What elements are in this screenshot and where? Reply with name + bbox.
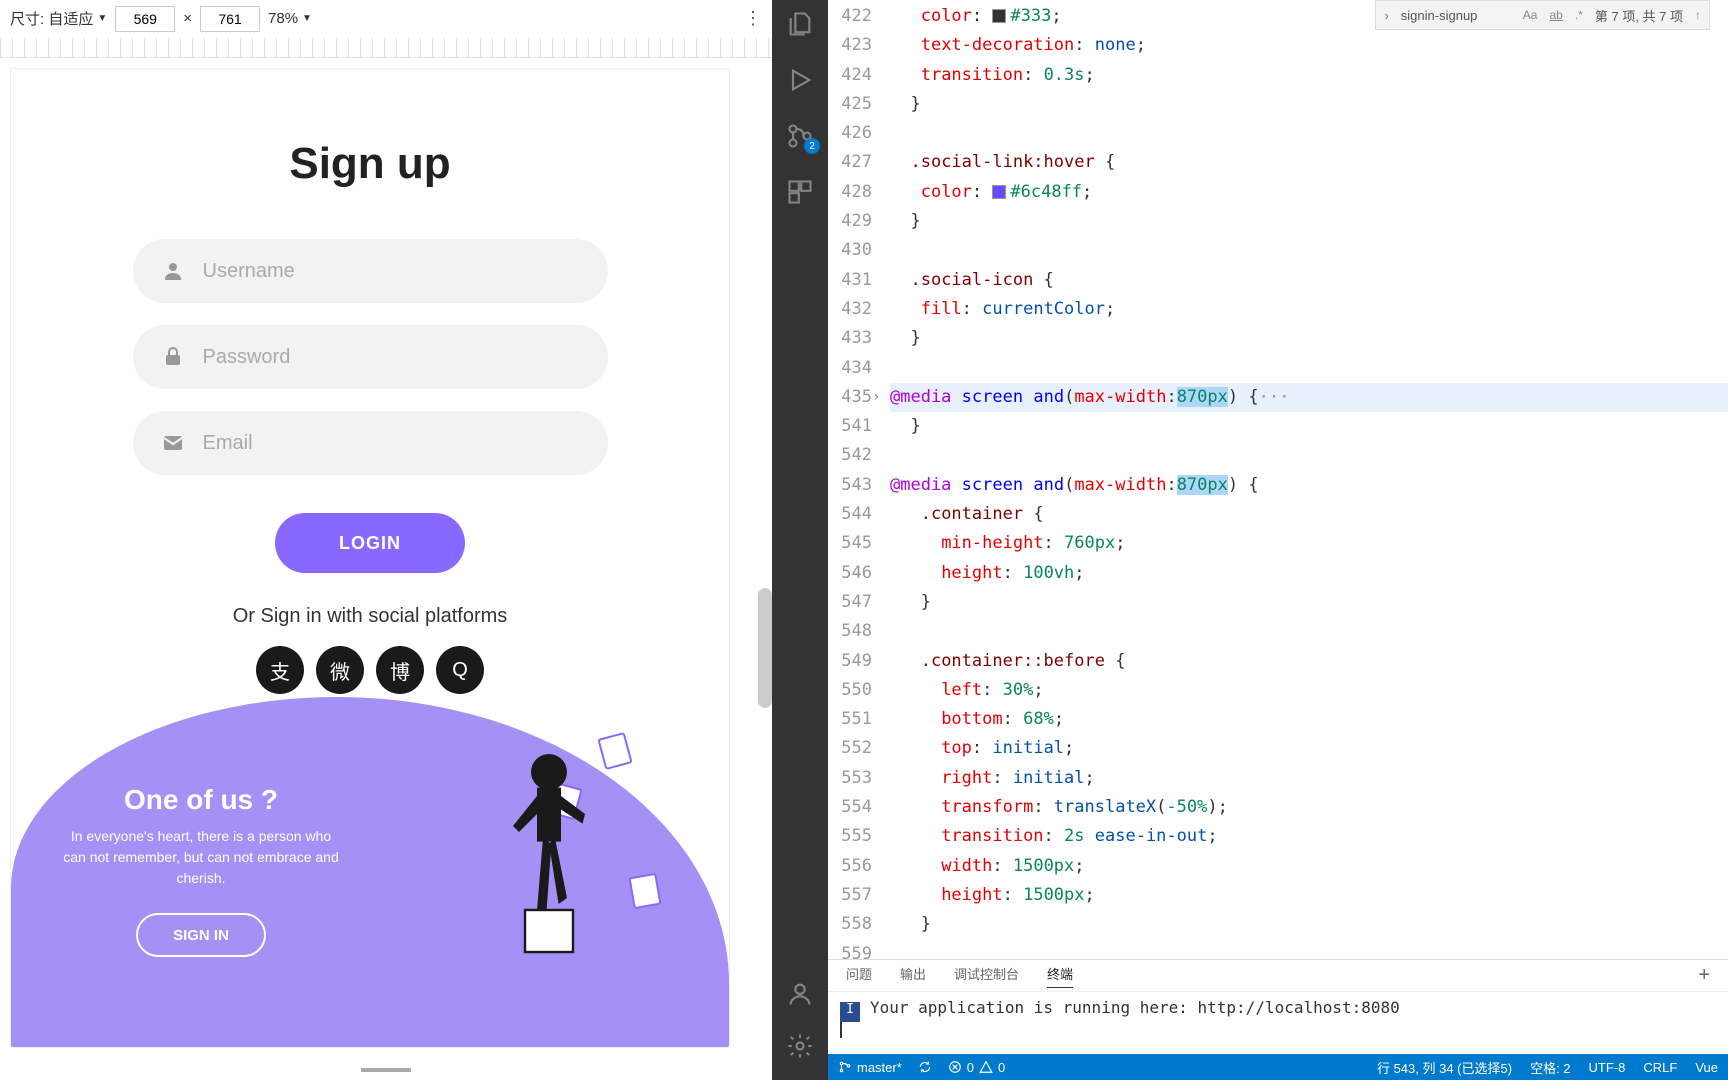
status-bar: master* 0 0 行 543, 列 34 (已选择5) 空格: 2 UTF… <box>828 1054 1728 1080</box>
person-illustration <box>489 737 609 987</box>
status-spaces[interactable]: 空格: 2 <box>1530 1058 1570 1077</box>
device-label: 尺寸: 自适应 <box>10 8 93 29</box>
status-cursor[interactable]: 行 543, 列 34 (已选择5) <box>1377 1058 1512 1077</box>
gear-icon[interactable] <box>786 1032 814 1060</box>
code-content[interactable]: color: #333; text-decoration: none; tran… <box>890 2 1728 959</box>
tab-output[interactable]: 输出 <box>900 964 926 987</box>
sync-icon <box>918 1060 932 1074</box>
status-sync[interactable] <box>918 1060 932 1074</box>
email-placeholder: Email <box>203 432 253 455</box>
envelope-icon <box>161 431 185 455</box>
scm-badge: 2 <box>804 138 820 154</box>
wechat-icon[interactable]: 微 <box>316 646 364 694</box>
search-widget: › signin-signup Aa ab .* 第 7 项, 共 7 项 ↑ <box>1375 0 1710 30</box>
lock-icon <box>161 345 185 369</box>
prev-match-icon[interactable]: ↑ <box>1695 8 1701 22</box>
add-terminal-icon[interactable]: + <box>1698 964 1710 987</box>
tab-problems[interactable]: 问题 <box>846 964 872 987</box>
tab-debug-console[interactable]: 调试控制台 <box>954 964 1019 987</box>
zoom-label: 78% <box>268 10 298 27</box>
username-field[interactable]: Username <box>133 239 608 303</box>
terminal-tabs: 问题 输出 调试控制台 终端 + <box>828 960 1728 992</box>
password-placeholder: Password <box>203 346 291 369</box>
chevron-right-icon[interactable]: › <box>1384 8 1388 23</box>
activity-bar: 2 <box>772 0 828 1080</box>
drag-handle-icon[interactable] <box>361 1068 411 1072</box>
status-lang[interactable]: Vue <box>1695 1058 1718 1077</box>
social-prompt: Or Sign in with social platforms <box>11 605 729 628</box>
document-icon <box>628 873 661 909</box>
warning-icon <box>979 1060 993 1074</box>
search-text[interactable]: signin-signup <box>1401 8 1511 23</box>
branch-icon <box>838 1060 852 1074</box>
user-icon <box>161 259 185 283</box>
status-branch[interactable]: master* <box>838 1060 902 1075</box>
chevron-down-icon: ▼ <box>97 13 107 24</box>
height-input[interactable] <box>200 6 260 32</box>
status-eol[interactable]: CRLF <box>1643 1058 1677 1077</box>
alipay-icon[interactable]: 支 <box>256 646 304 694</box>
ruler <box>0 38 772 58</box>
terminal-mode-badge: I <box>840 1002 860 1022</box>
account-icon[interactable] <box>786 980 814 1008</box>
terminal-text: Your application is running here: http:/… <box>870 998 1400 1017</box>
more-options-icon[interactable]: ⋮ <box>744 8 762 29</box>
regex-icon[interactable]: .* <box>1575 8 1583 22</box>
status-encoding[interactable]: UTF-8 <box>1589 1058 1626 1077</box>
zoom-select[interactable]: 78% ▼ <box>268 10 312 27</box>
preview-viewport: Sign up Username Password Email LOGIN Or… <box>0 58 772 1080</box>
whole-word-icon[interactable]: ab <box>1549 8 1562 22</box>
status-problems[interactable]: 0 0 <box>948 1060 1005 1075</box>
wave-text: In everyone's heart, there is a person w… <box>61 826 341 889</box>
login-button[interactable]: LOGIN <box>275 513 465 573</box>
wave-title: One of us ? <box>61 784 341 816</box>
email-field[interactable]: Email <box>133 411 608 475</box>
width-input[interactable] <box>115 6 175 32</box>
weibo-icon[interactable]: 博 <box>376 646 424 694</box>
signin-button[interactable]: SIGN IN <box>136 913 266 957</box>
code-editor[interactable]: 4224234244254264274284294304314324334344… <box>828 0 1728 959</box>
files-icon[interactable] <box>786 10 814 38</box>
dimension-separator: × <box>183 10 192 27</box>
search-results: 第 7 项, 共 7 项 <box>1595 6 1683 25</box>
error-icon <box>948 1060 962 1074</box>
editor-panel: › signin-signup Aa ab .* 第 7 项, 共 7 项 ↑ … <box>828 0 1728 1080</box>
page-title: Sign up <box>11 139 729 189</box>
qq-icon[interactable]: Q <box>436 646 484 694</box>
terminal-cursor <box>840 1022 842 1038</box>
username-placeholder: Username <box>203 260 295 283</box>
chevron-down-icon: ▼ <box>302 13 312 24</box>
devtools-toolbar: 尺寸: 自适应 ▼ × 78% ▼ ⋮ <box>0 0 772 38</box>
run-icon[interactable] <box>786 66 814 94</box>
terminal-output[interactable]: I Your application is running here: http:… <box>828 992 1728 1048</box>
terminal-panel: 问题 输出 调试控制台 终端 + I Your application is ru… <box>828 959 1728 1054</box>
source-control-icon[interactable]: 2 <box>786 122 814 150</box>
password-field[interactable]: Password <box>133 325 608 389</box>
scrollbar[interactable] <box>758 588 772 708</box>
signup-page: Sign up Username Password Email LOGIN Or… <box>10 68 730 1048</box>
line-gutter: 4224234244254264274284294304314324334344… <box>828 2 890 959</box>
extensions-icon[interactable] <box>786 178 814 206</box>
match-case-icon[interactable]: Aa <box>1523 8 1538 22</box>
tab-terminal[interactable]: 终端 <box>1047 964 1073 988</box>
social-icons-row: 支 微 博 Q <box>11 646 729 694</box>
wave-content: One of us ? In everyone's heart, there i… <box>61 784 341 957</box>
devtools-preview-panel: 尺寸: 自适应 ▼ × 78% ▼ ⋮ Sign up Username <box>0 0 772 1080</box>
device-select[interactable]: 尺寸: 自适应 ▼ <box>10 8 107 29</box>
